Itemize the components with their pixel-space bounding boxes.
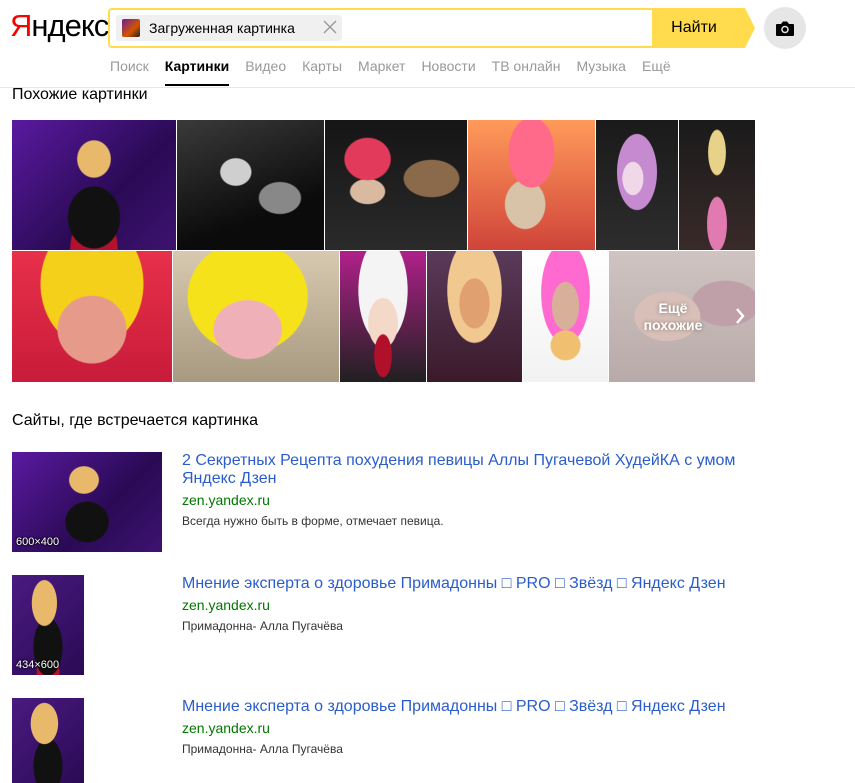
site-result: Мнение эксперта о здоровье Примадонны □ … [12, 698, 752, 783]
similar-image[interactable] [596, 120, 678, 250]
similar-image[interactable] [340, 251, 426, 382]
uploaded-image-label: Загруженная картинка [149, 20, 295, 36]
tab-market[interactable]: Маркет [358, 58, 405, 86]
site-thumbnail[interactable] [12, 698, 84, 783]
logo-rest: ндекс [31, 8, 109, 43]
uploaded-image-thumbnail [122, 19, 140, 37]
more-similar-label-line2: похожие [643, 316, 703, 333]
similar-image[interactable] [468, 120, 595, 250]
header: Яндекс Загруженная картинка Найти Поиск … [0, 0, 855, 88]
more-similar-button[interactable]: Ещё похожие [609, 251, 755, 382]
site-host-link[interactable]: zen.yandex.ru [182, 597, 270, 613]
search-box[interactable]: Загруженная картинка [108, 8, 654, 48]
similar-image[interactable] [325, 120, 467, 250]
camera-icon[interactable] [764, 7, 806, 49]
similar-images-grid: Ещё похожие [12, 120, 755, 382]
tab-news[interactable]: Новости [421, 58, 475, 86]
tab-search[interactable]: Поиск [110, 58, 149, 86]
close-icon[interactable] [318, 16, 342, 40]
image-size-label: 600×400 [16, 536, 60, 548]
sites-heading: Сайты, где встречается картинка [12, 412, 259, 429]
yandex-logo[interactable]: Яндекс [10, 8, 109, 44]
chevron-right-icon [735, 307, 745, 331]
image-size-label: 434×600 [16, 659, 60, 671]
site-description: Всегда нужно быть в форме, отмечает певи… [182, 514, 444, 528]
similar-image[interactable] [177, 120, 324, 250]
site-result: 434×600 Мнение эксперта о здоровье Прима… [12, 575, 752, 675]
site-thumbnail[interactable]: 434×600 [12, 575, 84, 675]
similar-image[interactable] [12, 251, 172, 382]
similar-images-heading: Похожие картинки [12, 86, 148, 103]
uploaded-image-chip[interactable]: Загруженная картинка [116, 15, 342, 41]
similar-image[interactable] [679, 120, 755, 250]
site-title-link[interactable]: Мнение эксперта о здоровье Примадонны □ … [182, 575, 752, 593]
similar-image[interactable] [523, 251, 608, 382]
tab-images[interactable]: Картинки [164, 58, 230, 86]
tab-video[interactable]: Видео [245, 58, 286, 86]
tab-tv[interactable]: ТВ онлайн [492, 58, 561, 86]
search-button[interactable]: Найти [653, 8, 755, 48]
similar-image[interactable] [427, 251, 522, 382]
site-host-link[interactable]: zen.yandex.ru [182, 492, 270, 508]
site-title-link[interactable]: 2 Секретных Рецепта похудения певицы Алл… [182, 452, 752, 488]
site-description: Примадонна- Алла Пугачёва [182, 742, 343, 756]
tab-music[interactable]: Музыка [576, 58, 626, 86]
logo-first-letter: Я [10, 8, 32, 43]
tab-maps[interactable]: Карты [302, 58, 342, 86]
similar-image[interactable] [12, 120, 176, 250]
site-description: Примадонна- Алла Пугачёва [182, 619, 343, 633]
tab-more[interactable]: Ещё [642, 58, 671, 86]
site-result: 600×400 2 Секретных Рецепта похудения пе… [12, 452, 752, 552]
more-similar-label-line1: Ещё [658, 299, 688, 316]
service-tabs: Поиск Картинки Видео Карты Маркет Новост… [110, 58, 687, 86]
site-thumbnail[interactable]: 600×400 [12, 452, 162, 552]
site-title-link[interactable]: Мнение эксперта о здоровье Примадонны □ … [182, 698, 752, 716]
similar-image[interactable] [173, 251, 339, 382]
site-host-link[interactable]: zen.yandex.ru [182, 720, 270, 736]
